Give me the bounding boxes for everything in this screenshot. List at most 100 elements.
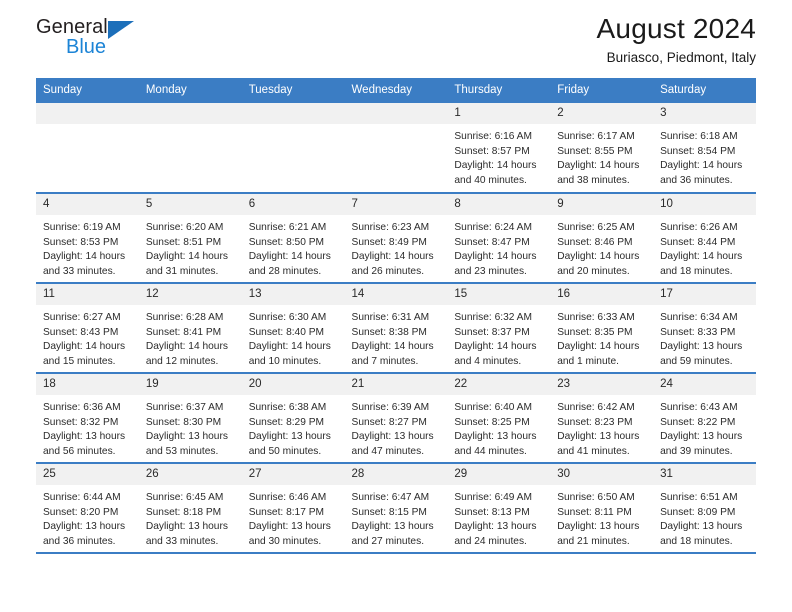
daylight-duration: Daylight: 13 hours and 18 minutes. [660,521,743,547]
weekday-header-sunday: Sunday [36,78,139,103]
calendar-day-cell[interactable]: 17 Sunrise: 6:34 AM Sunset: 8:33 PM Dayligh… [653,283,756,374]
day-number: 16 [550,284,654,305]
calendar-day-cell[interactable]: 12 Sunrise: 6:28 AM Sunset: 8:41 PM Dayligh… [138,283,242,374]
calendar-day-cell[interactable]: 30 Sunrise: 6:50 AM Sunset: 8:11 PM Dayligh… [550,463,654,554]
daylight-duration: Daylight: 13 hours and 47 minutes. [351,431,434,457]
day-details: Sunrise: 6:24 AM Sunset: 8:47 PM Daylight:… [447,215,550,279]
calendar-day-cell[interactable]: 16 Sunrise: 6:33 AM Sunset: 8:35 PM Dayligh… [550,283,654,374]
title-block: August 2024 Buriasco, Piedmont, Italy [597,12,756,68]
calendar-day-cell[interactable]: 19 Sunrise: 6:37 AM Sunset: 8:30 PM Dayligh… [138,373,242,464]
day-details: Sunrise: 6:25 AM Sunset: 8:46 PM Daylight:… [550,215,653,279]
calendar-day-cell[interactable]: 18 Sunrise: 6:36 AM Sunset: 8:32 PM Dayligh… [36,373,139,464]
day-details: Sunrise: 6:18 AM Sunset: 8:54 PM Daylight:… [653,124,756,188]
day-number: 31 [653,464,756,485]
day-details: Sunrise: 6:51 AM Sunset: 8:09 PM Daylight:… [653,485,756,549]
sunrise-time: Sunrise: 6:49 AM [454,492,532,503]
sunset-time: Sunset: 8:37 PM [454,326,530,338]
calendar-day-cell[interactable]: 14 Sunrise: 6:31 AM Sunset: 8:38 PM Dayligh… [344,283,448,374]
day-details: Sunrise: 6:44 AM Sunset: 8:20 PM Daylight:… [36,485,139,549]
day-number: 5 [138,194,242,215]
sunset-time: Sunset: 8:27 PM [351,416,427,428]
day-details: Sunrise: 6:31 AM Sunset: 8:38 PM Daylight:… [345,305,448,369]
day-details: Sunrise: 6:20 AM Sunset: 8:51 PM Daylight:… [139,215,242,279]
day-number: 15 [447,284,551,305]
sunset-time: Sunset: 8:15 PM [351,506,427,518]
sunrise-time: Sunrise: 6:45 AM [145,492,224,503]
calendar-week-row: 11 Sunrise: 6:27 AM Sunset: 8:43 PM Dayligh… [36,283,756,374]
brand-logo[interactable]: General Blue [36,16,156,64]
calendar-day-cell[interactable]: 24 Sunrise: 6:43 AM Sunset: 8:22 PM Dayligh… [653,373,756,464]
calendar-day-cell[interactable]: 3 Sunrise: 6:18 AM Sunset: 8:54 PM Daylight… [653,103,756,194]
daylight-duration: Daylight: 13 hours and 53 minutes. [145,431,228,457]
day-number: 29 [447,464,551,485]
brand-triangle-icon [108,21,134,39]
day-number [241,103,345,124]
calendar-day-cell[interactable]: 22 Sunrise: 6:40 AM Sunset: 8:25 PM Dayligh… [447,373,551,464]
daylight-duration: Daylight: 14 hours and 18 minutes. [660,251,743,277]
calendar-day-cell[interactable]: 28 Sunrise: 6:47 AM Sunset: 8:15 PM Dayligh… [344,463,448,554]
calendar-day-cell-empty [138,103,242,194]
day-number: 17 [653,284,756,305]
daylight-duration: Daylight: 14 hours and 23 minutes. [454,251,537,277]
calendar-day-cell[interactable]: 1 Sunrise: 6:16 AM Sunset: 8:57 PM Daylight… [447,103,551,194]
calendar-day-cell[interactable]: 11 Sunrise: 6:27 AM Sunset: 8:43 PM Dayligh… [36,283,139,374]
calendar-day-cell[interactable]: 9 Sunrise: 6:25 AM Sunset: 8:46 PM Daylight… [550,193,654,284]
daylight-duration: Daylight: 14 hours and 1 minute. [557,341,640,367]
calendar-day-cell[interactable]: 13 Sunrise: 6:30 AM Sunset: 8:40 PM Dayligh… [241,283,345,374]
sunrise-time: Sunrise: 6:34 AM [660,312,738,323]
calendar-header-row: Sunday Monday Tuesday Wednesday Thursday… [36,78,756,103]
day-number: 27 [241,464,345,485]
day-number: 1 [447,103,551,124]
sunset-time: Sunset: 8:41 PM [145,326,222,338]
day-details: Sunrise: 6:50 AM Sunset: 8:11 PM Daylight:… [550,485,653,549]
calendar-day-cell[interactable]: 4 Sunrise: 6:19 AM Sunset: 8:53 PM Daylight… [36,193,139,284]
daylight-duration: Daylight: 14 hours and 20 minutes. [557,251,640,277]
calendar-day-cell[interactable]: 8 Sunrise: 6:24 AM Sunset: 8:47 PM Daylight… [447,193,551,284]
sunrise-time: Sunrise: 6:17 AM [557,131,635,142]
calendar-grid: Sunday Monday Tuesday Wednesday Thursday… [36,78,756,554]
calendar-day-cell[interactable]: 7 Sunrise: 6:23 AM Sunset: 8:49 PM Daylight… [344,193,448,284]
calendar-day-cell[interactable]: 27 Sunrise: 6:46 AM Sunset: 8:17 PM Dayligh… [241,463,345,554]
page-header: General Blue August 2024 Buriasco, Piedm… [36,0,756,78]
calendar-day-cell[interactable]: 29 Sunrise: 6:49 AM Sunset: 8:13 PM Dayligh… [447,463,551,554]
sunrise-time: Sunrise: 6:30 AM [248,312,327,323]
calendar-day-cell[interactable]: 26 Sunrise: 6:45 AM Sunset: 8:18 PM Dayligh… [138,463,242,554]
day-number: 14 [344,284,448,305]
sunrise-time: Sunrise: 6:46 AM [248,492,327,503]
sunset-time: Sunset: 8:30 PM [145,416,222,428]
calendar-week-row: 18 Sunrise: 6:36 AM Sunset: 8:32 PM Dayligh… [36,373,756,464]
day-number: 8 [447,194,551,215]
calendar-day-cell[interactable]: 2 Sunrise: 6:17 AM Sunset: 8:55 PM Daylight… [550,103,654,194]
calendar-day-cell[interactable]: 10 Sunrise: 6:26 AM Sunset: 8:44 PM Dayligh… [653,193,756,284]
sunset-time: Sunset: 8:29 PM [248,416,325,428]
sunrise-time: Sunrise: 6:50 AM [557,492,635,503]
sunrise-time: Sunrise: 6:24 AM [454,222,532,233]
calendar-day-cell[interactable]: 21 Sunrise: 6:39 AM Sunset: 8:27 PM Dayligh… [344,373,448,464]
calendar-day-cell[interactable]: 23 Sunrise: 6:42 AM Sunset: 8:23 PM Dayligh… [550,373,654,464]
calendar-page: General Blue August 2024 Buriasco, Piedm… [0,0,792,612]
daylight-duration: Daylight: 14 hours and 31 minutes. [145,251,228,277]
sunset-time: Sunset: 8:38 PM [351,326,427,338]
sunrise-time: Sunrise: 6:28 AM [145,312,224,323]
day-number: 6 [241,194,345,215]
calendar-day-cell[interactable]: 6 Sunrise: 6:21 AM Sunset: 8:50 PM Daylight… [241,193,345,284]
day-details: Sunrise: 6:39 AM Sunset: 8:27 PM Daylight:… [345,395,448,459]
sunset-time: Sunset: 8:46 PM [557,236,633,248]
calendar-day-cell-empty [344,103,448,194]
day-number: 2 [550,103,654,124]
sunrise-time: Sunrise: 6:18 AM [660,131,738,142]
sunset-time: Sunset: 8:35 PM [557,326,633,338]
weekday-header-wednesday: Wednesday [344,78,448,103]
calendar-day-cell[interactable]: 20 Sunrise: 6:38 AM Sunset: 8:29 PM Dayligh… [241,373,345,464]
sunset-time: Sunset: 8:20 PM [43,506,119,518]
sunset-time: Sunset: 8:50 PM [248,236,325,248]
sunrise-time: Sunrise: 6:32 AM [454,312,532,323]
calendar-week-row: 1 Sunrise: 6:16 AM Sunset: 8:57 PM Daylight… [36,103,756,194]
day-details: Sunrise: 6:43 AM Sunset: 8:22 PM Daylight:… [653,395,756,459]
sunrise-time: Sunrise: 6:43 AM [660,402,738,413]
calendar-day-cell[interactable]: 5 Sunrise: 6:20 AM Sunset: 8:51 PM Daylight… [138,193,242,284]
sunset-time: Sunset: 8:55 PM [557,145,633,157]
calendar-day-cell[interactable]: 25 Sunrise: 6:44 AM Sunset: 8:20 PM Dayligh… [36,463,139,554]
calendar-day-cell[interactable]: 31 Sunrise: 6:51 AM Sunset: 8:09 PM Dayligh… [653,463,756,554]
calendar-day-cell[interactable]: 15 Sunrise: 6:32 AM Sunset: 8:37 PM Dayligh… [447,283,551,374]
